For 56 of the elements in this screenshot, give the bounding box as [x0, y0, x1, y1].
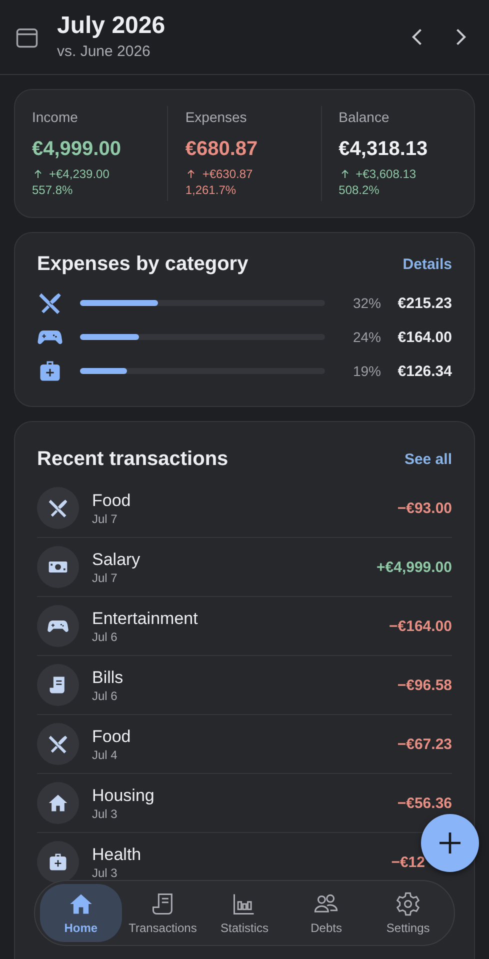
transaction-amount: −€93.00 [397, 500, 452, 516]
fork-knife-icon [47, 497, 69, 519]
details-link[interactable]: Details [402, 256, 452, 273]
transaction-date: Jul 3 [92, 864, 118, 880]
transaction-date: Jul 6 [92, 688, 118, 704]
change-percent: 557.8% [32, 182, 74, 198]
section-title: Recent transactions [37, 448, 228, 471]
transaction-name: Salary [92, 548, 142, 570]
transaction-name: Food [92, 726, 132, 746]
transaction-name: Bills [92, 666, 124, 688]
up-arrow-icon [32, 168, 44, 180]
summary-amount: €4,318.13 [338, 137, 429, 162]
nav-tab[interactable]: Settings [367, 884, 449, 942]
summary-label: Income [32, 108, 79, 126]
transaction-date: Jul 4 [92, 746, 118, 762]
change-percent: 1,261.7% [185, 182, 238, 198]
transaction-amount: −€96.58 [397, 676, 452, 694]
transaction-amount: −€67.23 [397, 736, 452, 752]
comparison-subtitle: vs. June 2026 [57, 42, 152, 62]
change-amount: +€4,239.00 [49, 166, 110, 182]
category-percent: 32% [352, 295, 381, 311]
category-percent: 19% [352, 363, 381, 379]
category-amount: €215.23 [396, 294, 452, 312]
transaction-name: Housing [92, 784, 156, 806]
change-amount: +€3,608.13 [356, 166, 416, 182]
transaction-date: Jul 3 [92, 806, 118, 822]
transaction-name: Food [92, 490, 132, 510]
medical-kit-icon [47, 851, 69, 873]
nav-tab[interactable]: Statistics [204, 884, 286, 942]
category-amount: €164.00 [396, 328, 452, 346]
gear-icon [395, 891, 422, 917]
see-all-link[interactable]: See all [404, 451, 452, 468]
summary-label: Expenses [185, 108, 248, 126]
transaction-date: Jul 6 [92, 628, 118, 644]
summary-amount: €4,999.00 [32, 137, 122, 162]
fork-knife-icon [47, 733, 69, 755]
nav-tab[interactable]: Debts [285, 884, 368, 942]
transaction-amount: −€56.36 [397, 794, 452, 812]
month-title: July 2026 [57, 12, 166, 40]
transaction-amount: −€164.00 [389, 618, 452, 634]
transaction-amount: −€12 [391, 854, 425, 870]
transaction-date: Jul 7 [92, 510, 118, 526]
section-title: Expenses by category [37, 253, 248, 276]
transaction-name: Entertainment [92, 608, 199, 628]
house-icon [47, 792, 69, 814]
transaction-name: Health [92, 844, 142, 864]
summary-label: Balance [338, 108, 390, 126]
nav-tab[interactable]: Transactions [122, 884, 204, 942]
change-percent: 508.2% [338, 182, 380, 198]
summary-amount: €680.87 [185, 137, 259, 162]
transaction-date: Jul 7 [92, 570, 118, 586]
category-percent: 24% [352, 329, 381, 345]
change-amount: +€630.87 [202, 166, 253, 182]
transaction-amount: +€4,999.00 [376, 558, 452, 576]
nav-tab[interactable]: Home [40, 884, 122, 942]
category-amount: €126.34 [396, 362, 452, 380]
